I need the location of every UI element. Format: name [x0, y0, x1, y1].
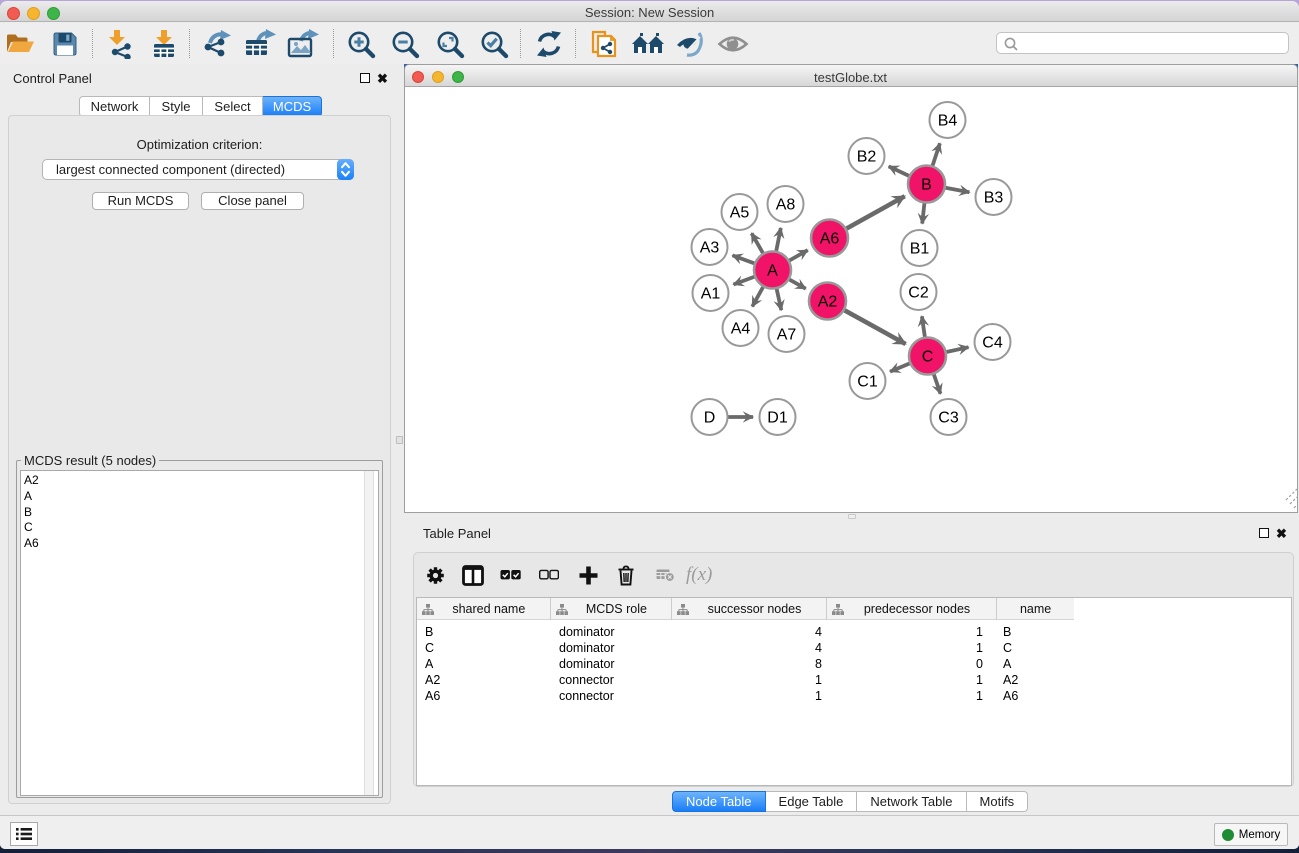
svg-text:A5: A5 [729, 205, 749, 222]
svg-text:C2: C2 [908, 285, 929, 302]
svg-text:A: A [767, 263, 778, 280]
svg-text:D: D [703, 410, 715, 427]
svg-text:B3: B3 [983, 190, 1003, 207]
svg-text:B2: B2 [856, 149, 876, 166]
svg-text:A7: A7 [776, 327, 796, 344]
svg-text:C3: C3 [938, 410, 959, 427]
svg-text:B1: B1 [909, 241, 929, 258]
svg-text:B: B [921, 177, 932, 194]
svg-text:A2: A2 [817, 294, 837, 311]
svg-text:A6: A6 [819, 231, 839, 248]
svg-text:C1: C1 [857, 374, 878, 391]
svg-text:B4: B4 [937, 113, 957, 130]
svg-text:A1: A1 [700, 286, 720, 303]
svg-text:A4: A4 [730, 321, 750, 338]
svg-text:A8: A8 [775, 197, 795, 214]
svg-text:A3: A3 [699, 240, 719, 257]
svg-text:C4: C4 [982, 335, 1003, 352]
svg-text:D1: D1 [767, 410, 788, 427]
svg-text:C: C [921, 349, 933, 366]
